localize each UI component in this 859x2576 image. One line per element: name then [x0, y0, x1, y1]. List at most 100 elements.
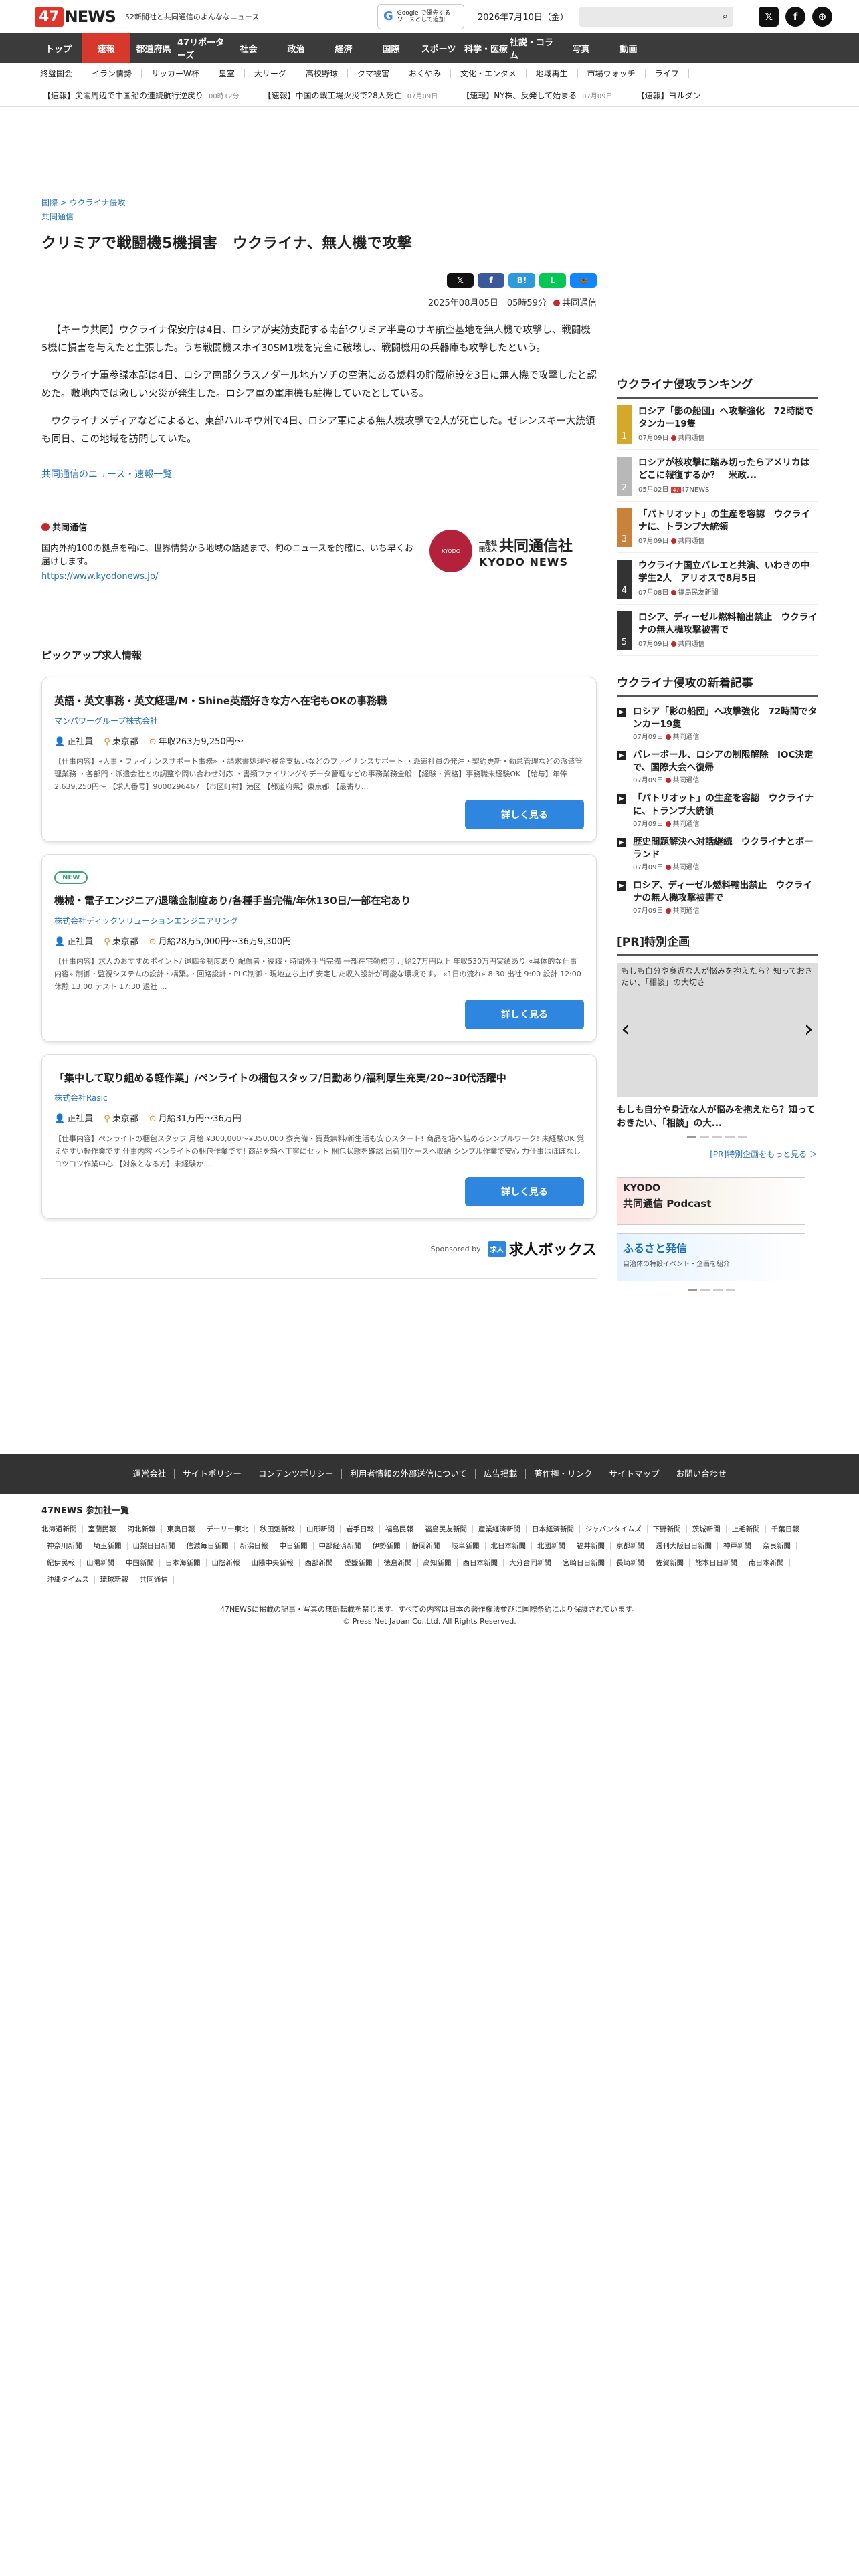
- google-preferred-source-button[interactable]: G Google で優先する ソースとして追加: [377, 4, 464, 29]
- member-newspaper-link[interactable]: 中日新聞: [274, 1542, 314, 1550]
- member-newspaper-link[interactable]: 上毛新聞: [727, 1525, 766, 1533]
- job-card[interactable]: 「集中して取り組める軽作業」/ペンライトの梱包スタッフ/日勤あり/福利厚生充実/…: [41, 1054, 597, 1219]
- member-newspaper-link[interactable]: 山梨日日新聞: [128, 1542, 181, 1550]
- banner-dot[interactable]: [687, 1289, 697, 1291]
- subnav-item[interactable]: 地域再生: [527, 68, 578, 78]
- job-company[interactable]: 株式会社Rasic: [54, 1092, 584, 1103]
- subnav-item[interactable]: ライフ: [646, 68, 689, 78]
- member-newspaper-link[interactable]: 奈良新聞: [757, 1542, 797, 1550]
- job-detail-button[interactable]: 詳しく見る: [465, 1000, 584, 1029]
- nav-item[interactable]: 社会: [225, 33, 272, 63]
- carousel-dot[interactable]: [700, 1136, 709, 1138]
- banner-dot[interactable]: [712, 1289, 723, 1291]
- today-date-link[interactable]: 2026年7月10日（金）: [478, 10, 569, 23]
- new-article-title[interactable]: ロシア、ディーゼル燃料輸出禁止 ウクライナの無人機攻撃被害で: [633, 879, 818, 905]
- member-newspaper-link[interactable]: 千葉日報: [766, 1525, 805, 1533]
- member-newspaper-link[interactable]: 共同通信: [134, 1576, 174, 1584]
- member-newspaper-link[interactable]: 中部経済新聞: [314, 1542, 367, 1550]
- new-article-title[interactable]: 歴史問題解決へ対話継続 ウクライナとポーランド: [633, 836, 818, 861]
- nav-item[interactable]: 速報: [82, 33, 130, 63]
- member-newspaper-link[interactable]: 山形新聞: [301, 1525, 341, 1533]
- member-newspaper-link[interactable]: 岐阜新聞: [446, 1542, 486, 1550]
- member-newspaper-link[interactable]: 沖縄タイムス: [41, 1576, 95, 1584]
- nav-item[interactable]: 科学・医療: [462, 33, 510, 63]
- search-input[interactable]: ⌕: [579, 7, 733, 27]
- nav-item[interactable]: 国際: [367, 33, 415, 63]
- job-detail-button[interactable]: 詳しく見る: [465, 800, 584, 829]
- new-article-title[interactable]: ロシア「影の船団」へ攻撃強化 72時間でタンカー19隻: [633, 706, 818, 731]
- ranking-item[interactable]: 2 ロシアが核攻撃に踏み切ったらアメリカはどこに報復するか？ 米政... 05月02…: [617, 457, 818, 502]
- share-facebook-button[interactable]: f: [478, 273, 504, 288]
- job-card[interactable]: 英語・英文事務・英文経理/M・Shine英語好きな方へ在宅もOKの事務職 マンパワ…: [41, 677, 597, 842]
- carousel-dot[interactable]: [687, 1136, 696, 1138]
- member-newspaper-link[interactable]: 河北新報: [122, 1525, 162, 1533]
- member-newspaper-link[interactable]: 日本経済新聞: [527, 1525, 580, 1533]
- ranking-item[interactable]: 3 「パトリオット」の生産を容認 ウクライナに、トランプ大統領 07月09日 共同通信: [617, 508, 818, 553]
- nav-item[interactable]: 政治: [272, 33, 320, 63]
- search-icon[interactable]: ⌕: [723, 10, 728, 22]
- nav-item[interactable]: 動画: [605, 33, 652, 63]
- breadcrumb-international[interactable]: 国際: [41, 198, 58, 207]
- member-newspaper-link[interactable]: 福島民報: [380, 1525, 419, 1533]
- globe-icon[interactable]: ⊕: [812, 7, 832, 27]
- member-newspaper-link[interactable]: 山陽中央新報: [246, 1559, 300, 1567]
- breadcrumb-ukraine[interactable]: ウクライナ侵攻: [70, 198, 126, 207]
- footer-nav-item[interactable]: サイトポリシー: [175, 1469, 250, 1479]
- new-article-item[interactable]: ▶ ロシア、ディーゼル燃料輸出禁止 ウクライナの無人機攻撃被害で 07月09日 共同通…: [617, 879, 818, 915]
- share-bluesky-button[interactable]: 🦋: [570, 273, 597, 288]
- subnav-item[interactable]: イラン情勢: [82, 68, 142, 78]
- member-newspaper-link[interactable]: 山陰新報: [207, 1559, 246, 1567]
- pr-more-link-text[interactable]: [PR]特別企画をもっと見る ＞: [710, 1150, 818, 1159]
- job-detail-button[interactable]: 詳しく見る: [465, 1177, 584, 1206]
- facebook-icon[interactable]: f: [785, 7, 805, 27]
- subnav-item[interactable]: おくやみ: [399, 68, 451, 78]
- job-card[interactable]: NEW 機械・電子エンジニア/退職金制度あり/各種手当完備/年休130日/一部在宅…: [41, 854, 597, 1042]
- share-line-button[interactable]: L: [539, 273, 566, 288]
- ranking-item[interactable]: 5 ロシア、ディーゼル燃料輸出禁止 ウクライナの無人機攻撃被害で 07月09日 共同通…: [617, 611, 818, 656]
- ranking-title-text[interactable]: 「パトリオット」の生産を容認 ウクライナに、トランプ大統領: [638, 508, 818, 534]
- subnav-item[interactable]: 皇室: [209, 68, 245, 78]
- subnav-item[interactable]: サッカーW杯: [142, 68, 209, 78]
- member-newspaper-link[interactable]: 秋田魁新報: [255, 1525, 301, 1533]
- member-newspaper-link[interactable]: 京都新聞: [611, 1542, 650, 1550]
- nav-item[interactable]: 都道府県: [130, 33, 177, 63]
- member-newspaper-link[interactable]: 大分合同新聞: [504, 1559, 557, 1567]
- kyodo-website-link[interactable]: https://www.kyodonews.jp/: [41, 572, 416, 582]
- member-newspaper-link[interactable]: 茨城新聞: [687, 1525, 727, 1533]
- new-article-title[interactable]: 「パトリオット」の生産を容認 ウクライナに、トランプ大統領: [633, 792, 818, 818]
- member-newspaper-link[interactable]: 北國新聞: [532, 1542, 571, 1550]
- footer-nav-item[interactable]: コンテンツポリシー: [250, 1469, 343, 1479]
- nav-item[interactable]: 社説・コラム: [510, 33, 557, 63]
- member-newspaper-link[interactable]: 北日本新聞: [486, 1542, 532, 1550]
- pr-more-link[interactable]: [PR]特別企画をもっと見る ＞: [617, 1148, 818, 1160]
- member-newspaper-link[interactable]: 室蘭民報: [83, 1525, 122, 1533]
- kyodo-news-logo[interactable]: KYODO 一般社団法人 共同通信社 KYODO NEWS: [430, 530, 597, 572]
- member-newspaper-link[interactable]: 信濃毎日新聞: [181, 1542, 235, 1550]
- carousel-dot[interactable]: [725, 1136, 735, 1138]
- x-icon[interactable]: 𝕏: [759, 7, 779, 27]
- member-newspaper-link[interactable]: 南日本新聞: [743, 1559, 790, 1567]
- member-newspaper-link[interactable]: 紀伊民報: [41, 1559, 81, 1567]
- carousel-prev-icon[interactable]: ‹: [621, 1015, 630, 1043]
- subnav-item[interactable]: 市場ウォッチ: [578, 68, 646, 78]
- member-newspaper-link[interactable]: 宮崎日日新聞: [557, 1559, 611, 1567]
- site-logo[interactable]: 47 NEWS: [35, 5, 116, 28]
- member-newspaper-link[interactable]: 高知新聞: [418, 1559, 458, 1567]
- member-newspaper-link[interactable]: 日本海新聞: [160, 1559, 207, 1567]
- member-newspaper-link[interactable]: 岩手日報: [341, 1525, 380, 1533]
- share-hatena-button[interactable]: B!: [508, 273, 535, 288]
- member-newspaper-link[interactable]: 福井新聞: [571, 1542, 611, 1550]
- job-title[interactable]: 機械・電子エンジニア/退職金制度あり/各種手当完備/年休130日/一部在宅あり: [54, 892, 584, 909]
- member-newspaper-link[interactable]: 北海道新聞: [41, 1525, 83, 1533]
- footer-nav-item[interactable]: 運営会社: [124, 1469, 175, 1479]
- member-newspaper-link[interactable]: 中国新聞: [120, 1559, 160, 1567]
- nav-item[interactable]: 47リポーターズ: [177, 33, 225, 63]
- ranking-title-text[interactable]: ウクライナ国立バレエと共演、いわきの中学生2人 アリオスで8月5日: [638, 560, 818, 585]
- breaking-item[interactable]: 【速報】中国の戦工場火災で28人死亡 07月09日: [263, 90, 462, 101]
- footer-nav-item[interactable]: 著作権・リンク: [526, 1469, 601, 1479]
- member-newspaper-link[interactable]: 伊勢新聞: [367, 1542, 407, 1550]
- member-newspaper-link[interactable]: 下野新聞: [648, 1525, 687, 1533]
- kyodo-podcast-banner[interactable]: KYODO 共同通信 Podcast: [617, 1177, 805, 1225]
- member-newspaper-link[interactable]: 産業経済新聞: [473, 1525, 527, 1533]
- job-title[interactable]: 英語・英文事務・英文経理/M・Shine英語好きな方へ在宅もOKの事務職: [54, 692, 584, 710]
